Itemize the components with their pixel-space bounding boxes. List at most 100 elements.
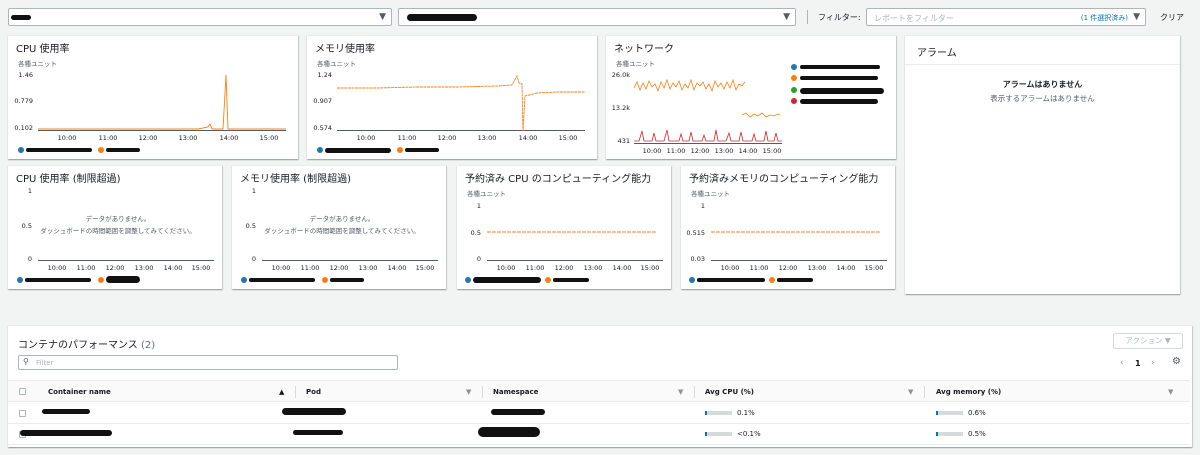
sort-ascending-icon[interactable]: ▲ — [279, 388, 284, 396]
x-tick: 11:00 — [76, 264, 96, 272]
legend-swatch — [465, 277, 471, 283]
cpu-bar — [705, 411, 732, 415]
resource-type-select[interactable]: ▼ — [8, 8, 392, 26]
x-tick: 13:00 — [178, 134, 198, 142]
redacted-text — [800, 76, 878, 80]
cpu-line-plot — [38, 74, 286, 130]
table-row[interactable]: <0.1% 0.5% — [8, 424, 1190, 445]
column-header-avg-memory[interactable]: Avg memory (%) — [936, 388, 1001, 396]
y-tick: 1 — [27, 187, 32, 195]
redacted-text — [553, 278, 589, 282]
no-data-message: データがありません。 — [85, 215, 151, 223]
sort-icon[interactable]: ▼ — [466, 388, 471, 396]
legend-swatch — [545, 277, 551, 283]
redacted-container-name — [20, 430, 112, 436]
y-tick: 26.0k — [611, 71, 630, 79]
sort-icon[interactable]: ▼ — [908, 388, 913, 396]
resource-name-select[interactable]: ▼ — [398, 8, 796, 26]
x-tick: 15:00 — [640, 264, 660, 272]
next-page-icon[interactable]: › — [1151, 358, 1155, 368]
y-tick: 0 — [476, 255, 481, 263]
y-tick: 0.515 — [686, 229, 705, 237]
redacted-text — [325, 148, 391, 153]
cpu-bar-fill — [705, 432, 707, 436]
actions-button[interactable]: アクション ▼ — [1113, 333, 1183, 349]
x-tick: 14:00 — [219, 134, 239, 142]
column-header-avg-cpu[interactable]: Avg CPU (%) — [705, 388, 754, 396]
x-tick: 15:00 — [259, 134, 279, 142]
reserved-cpu-card: 予約済み CPU のコンピューティング能力 各種ユニット 1 0.5 0 10:… — [457, 165, 671, 289]
memory-line-plot — [337, 74, 585, 132]
dropdown-arrow-icon: ▼ — [1133, 12, 1140, 22]
reserved-memory-card: 予約済みメモリのコンピューティング能力 各種ユニット 1 0.515 0.03 … — [681, 165, 895, 289]
cpu-series-line — [38, 74, 286, 130]
table-filter-input[interactable]: ⚲ Filter — [18, 355, 398, 370]
table-header: Container name ▲ Pod ▼ Namespace ▼ Avg C… — [8, 380, 1190, 402]
dropdown-arrow-icon: ▼ — [379, 12, 386, 22]
x-tick: 12:00 — [778, 264, 798, 272]
sort-icon[interactable]: ▼ — [1168, 388, 1173, 396]
y-tick: 1 — [251, 187, 256, 195]
y-tick: 1 — [476, 202, 481, 210]
reserved-memory-line-plot — [711, 231, 881, 233]
unit-label: 各種ユニット — [317, 60, 356, 68]
redacted-pod-name — [293, 430, 343, 435]
x-tick: 12:00 — [138, 134, 158, 142]
x-tick: 15:00 — [415, 264, 435, 272]
settings-gear-icon[interactable]: ⚙ — [1172, 356, 1181, 367]
x-tick: 11:00 — [397, 134, 417, 142]
x-axis — [711, 260, 887, 261]
redacted-text — [697, 278, 765, 282]
select-all-checkbox[interactable] — [19, 388, 26, 395]
clear-button[interactable]: クリア — [1160, 12, 1184, 23]
column-header-container-name[interactable]: Container name — [48, 388, 111, 396]
x-tick: 12:00 — [554, 264, 574, 272]
legend-swatch — [322, 277, 328, 283]
memory-series-line — [337, 74, 585, 132]
y-tick: 0 — [251, 255, 256, 263]
x-tick: 13:00 — [477, 134, 497, 142]
report-filter-select[interactable]: レポートをフィルター (1 件選択済み) ▼ — [866, 8, 1146, 26]
legend-swatch — [791, 64, 797, 70]
redacted-text — [405, 148, 439, 152]
redacted-namespace — [478, 427, 540, 437]
memory-bar — [936, 432, 963, 436]
x-tick: 10:00 — [47, 264, 67, 272]
chart-title: CPU 使用率 (制限超過) — [16, 174, 121, 185]
table-count: (2) — [141, 340, 156, 351]
chart-title: 予約済み CPU のコンピューティング能力 — [465, 174, 652, 185]
redacted-text — [11, 15, 31, 20]
redacted-text — [777, 278, 813, 282]
network-card: ネットワーク 各種ユニット 26.0k 13.2k 431 10:00 11:0… — [606, 35, 896, 159]
network-line-plot — [633, 78, 782, 142]
table-title: コンテナのパフォーマンス (2) — [18, 336, 155, 351]
y-tick: 0 — [27, 255, 32, 263]
cpu-over-limit-card: CPU 使用率 (制限超過) 1 0.5 0 データがありません。 ダッシュボー… — [8, 165, 222, 289]
legend-swatch — [241, 277, 247, 283]
unit-label: 各種ユニット — [616, 60, 655, 68]
y-tick: 0.102 — [14, 124, 33, 132]
x-tick: 11:00 — [300, 264, 320, 272]
x-tick: 13:00 — [807, 264, 827, 272]
page-number[interactable]: 1 — [1135, 359, 1141, 368]
y-tick: 1 — [700, 202, 705, 210]
sort-icon[interactable]: ▼ — [678, 388, 683, 396]
x-tick: 14:00 — [387, 264, 407, 272]
x-tick: 10:00 — [720, 264, 740, 272]
y-tick: 1.24 — [317, 71, 332, 79]
x-tick: 11:00 — [98, 134, 118, 142]
y-tick: 0.907 — [313, 97, 332, 105]
prev-page-icon[interactable]: ‹ — [1120, 358, 1124, 368]
row-checkbox[interactable] — [19, 410, 26, 417]
y-tick: 0.574 — [313, 124, 332, 132]
column-header-namespace[interactable]: Namespace — [493, 388, 538, 396]
redacted-pod-name — [282, 408, 346, 415]
search-icon: ⚲ — [23, 357, 29, 366]
avg-memory-value: 0.5% — [968, 430, 986, 438]
y-tick: 1.46 — [18, 71, 33, 79]
table-row[interactable]: 0.1% 0.6% — [8, 403, 1190, 424]
column-header-pod[interactable]: Pod — [306, 388, 321, 396]
alarms-title: アラーム — [917, 48, 957, 59]
x-tick: 12:00 — [329, 264, 349, 272]
memory-bar — [936, 411, 963, 415]
